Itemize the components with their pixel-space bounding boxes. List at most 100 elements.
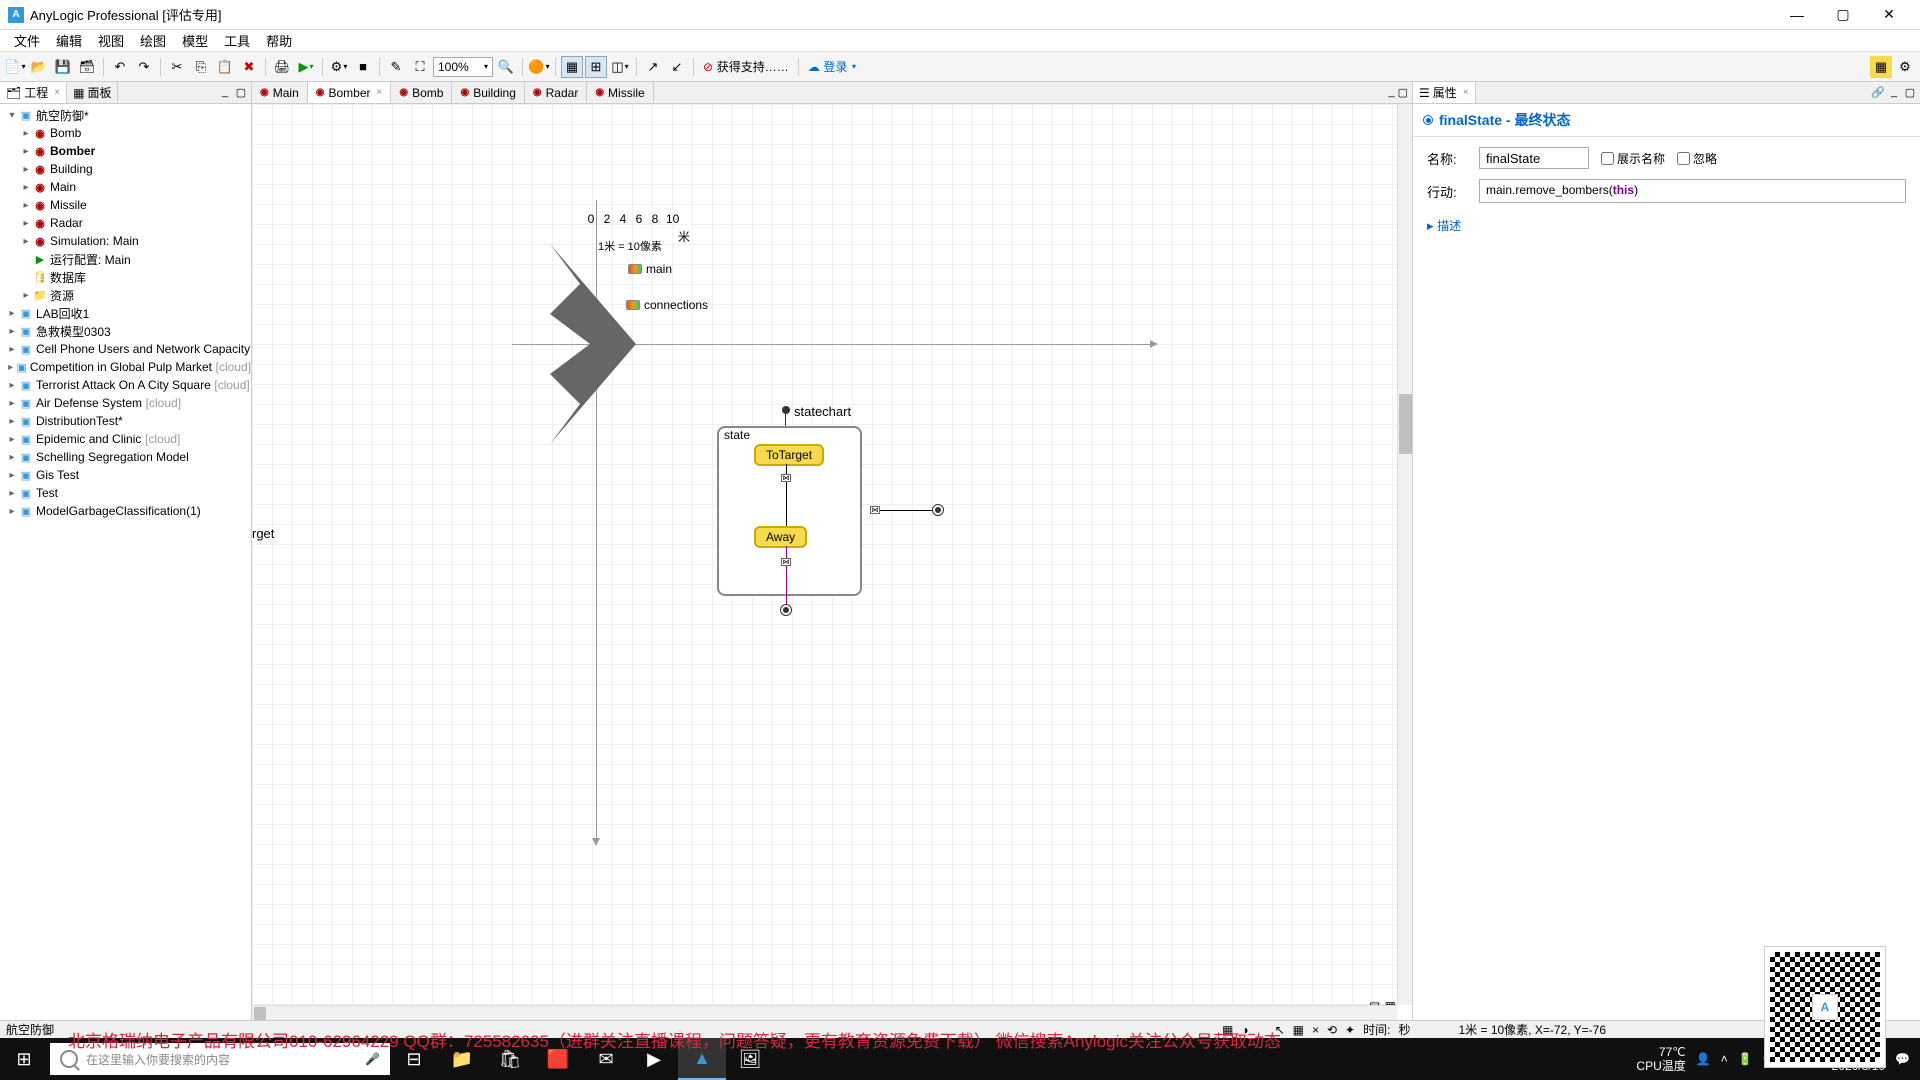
panel-min-icon[interactable]: _: [1887, 86, 1901, 99]
tree-agent-building[interactable]: ▸◉Building: [0, 160, 251, 178]
stop-button[interactable]: ■: [352, 56, 374, 78]
align-button[interactable]: ◫▾: [609, 56, 631, 78]
grid-button[interactable]: ▦: [561, 56, 583, 78]
exit-point-icon[interactable]: ⋈: [870, 506, 880, 514]
tab-missile[interactable]: ◉Missile: [587, 82, 653, 103]
print-button[interactable]: 🖨: [271, 56, 293, 78]
action-input[interactable]: main.remove_bombers(this): [1479, 179, 1906, 203]
tree-project[interactable]: ▸▣Test: [0, 484, 251, 502]
tree-project[interactable]: ▸▣Terrorist Attack On A City Square [clo…: [0, 376, 251, 394]
menu-draw[interactable]: 绘图: [132, 29, 174, 52]
editor-min-icon[interactable]: _: [1388, 86, 1394, 99]
panel-min-icon[interactable]: _: [218, 86, 232, 99]
tree-project[interactable]: ▸▣Schelling Segregation Model: [0, 448, 251, 466]
final-state[interactable]: [932, 504, 944, 516]
link-icon[interactable]: 🔗: [1871, 86, 1885, 99]
tree-project[interactable]: ▸▣DistributionTest*: [0, 412, 251, 430]
target-param-label[interactable]: rget: [252, 526, 274, 541]
tab-project[interactable]: 🗂工程×: [0, 82, 67, 103]
tab-bomber[interactable]: ◉Bomber×: [308, 82, 392, 103]
redo-button[interactable]: ↷: [133, 56, 155, 78]
undo-button[interactable]: ↶: [109, 56, 131, 78]
tree-agent-missile[interactable]: ▸◉Missile: [0, 196, 251, 214]
tree-runconfig[interactable]: ▶运行配置: Main: [0, 250, 251, 268]
tab-palette[interactable]: ▦面板: [67, 82, 118, 103]
menu-tools[interactable]: 工具: [216, 29, 258, 52]
canvas[interactable]: 0246810 米 1米 = 10像素 main connections rge…: [252, 104, 1412, 1020]
tree-resources[interactable]: ▸📁资源: [0, 286, 251, 304]
status-icon[interactable]: ▦: [1293, 1023, 1304, 1037]
tab-radar[interactable]: ◉Radar: [525, 82, 587, 103]
run-button[interactable]: ▶▾: [295, 56, 317, 78]
trigger-icon[interactable]: ⋈: [781, 474, 791, 482]
support-button[interactable]: ⊘ 获得支持……: [699, 58, 793, 75]
tray-chevron-icon[interactable]: ˄: [1721, 1052, 1728, 1066]
minimize-button[interactable]: —: [1774, 0, 1820, 30]
snap-button[interactable]: ⊞: [585, 56, 607, 78]
tree-agent-radar[interactable]: ▸◉Radar: [0, 214, 251, 232]
tree-agent-main[interactable]: ▸◉Main: [0, 178, 251, 196]
status-icon[interactable]: ✦: [1345, 1023, 1355, 1037]
fit-button[interactable]: ⛶: [409, 56, 431, 78]
login-button[interactable]: ☁ 登录 ▾: [804, 58, 860, 75]
zoom-tool-button[interactable]: 🔍: [495, 56, 517, 78]
paste-button[interactable]: 📋: [214, 56, 236, 78]
save-all-button[interactable]: 🗃: [76, 56, 98, 78]
zoom-combo[interactable]: 100%▾: [433, 57, 493, 77]
state-to-target[interactable]: ToTarget: [754, 444, 824, 466]
tab-bomb[interactable]: ◉Bomb: [391, 82, 452, 103]
status-icon[interactable]: ×: [1312, 1023, 1319, 1037]
name-input[interactable]: [1479, 147, 1589, 169]
menu-help[interactable]: 帮助: [258, 29, 300, 52]
open-button[interactable]: 📂: [28, 56, 50, 78]
tab-building[interactable]: ◉Building: [452, 82, 524, 103]
cut-button[interactable]: ✂: [166, 56, 188, 78]
color-picker-button[interactable]: 🟠▾: [528, 56, 550, 78]
panel-toggle-1[interactable]: ▦: [1870, 56, 1892, 78]
tree-agent-bomber[interactable]: ▸◉Bomber: [0, 142, 251, 160]
connections-port[interactable]: connections: [626, 298, 708, 312]
show-name-checkbox[interactable]: 展示名称: [1601, 150, 1665, 167]
tree-project[interactable]: ▸▣急救模型0303: [0, 322, 251, 340]
final-state-inner[interactable]: [780, 604, 792, 616]
tree-project[interactable]: ▸▣LAB回收1: [0, 304, 251, 322]
tray-temperature[interactable]: 77℃CPU温度: [1636, 1045, 1685, 1074]
close-button[interactable]: ✕: [1866, 0, 1912, 30]
tree-project[interactable]: ▸▣Gis Test: [0, 466, 251, 484]
delete-button[interactable]: ✖: [238, 56, 260, 78]
new-button[interactable]: 📄▾: [4, 56, 26, 78]
copy-button[interactable]: ⎘: [190, 56, 212, 78]
build-button[interactable]: ⚙▾: [328, 56, 350, 78]
scrollbar-thumb[interactable]: [254, 1007, 266, 1020]
editor-max-icon[interactable]: ▢: [1398, 86, 1408, 99]
start-button[interactable]: ⊞: [0, 1038, 48, 1080]
transition[interactable]: [786, 546, 787, 608]
main-port[interactable]: main: [628, 262, 672, 276]
menu-model[interactable]: 模型: [174, 29, 216, 52]
tree-project[interactable]: ▸▣Competition in Global Pulp Market [clo…: [0, 358, 251, 376]
tray-notifications-icon[interactable]: 💬: [1895, 1052, 1910, 1066]
transition-exit[interactable]: [880, 510, 932, 511]
tree-project[interactable]: ▸▣Cell Phone Users and Network Capacity: [0, 340, 251, 358]
tray-people-icon[interactable]: 👤: [1696, 1052, 1711, 1066]
tray-battery-icon[interactable]: 🔋: [1738, 1052, 1753, 1066]
vertical-scrollbar[interactable]: [1397, 104, 1412, 1005]
tree-project[interactable]: ▸▣Epidemic and Clinic [cloud]: [0, 430, 251, 448]
tree-agent-bomb[interactable]: ▸◉Bomb: [0, 124, 251, 142]
scrollbar-thumb[interactable]: [1399, 394, 1412, 454]
statechart-entry-icon[interactable]: [782, 406, 790, 414]
bomber-shape-icon[interactable]: [550, 244, 636, 444]
to-back-button[interactable]: ↙: [666, 56, 688, 78]
tree-root[interactable]: ▾▣航空防御*: [0, 106, 251, 124]
panel-toggle-2[interactable]: ⚙: [1894, 56, 1916, 78]
ignore-checkbox[interactable]: 忽略: [1677, 150, 1717, 167]
tab-main[interactable]: ◉Main: [252, 82, 308, 103]
horizontal-scrollbar[interactable]: [252, 1005, 1397, 1020]
highlight-button[interactable]: ✎: [385, 56, 407, 78]
maximize-button[interactable]: ▢: [1820, 0, 1866, 30]
state-away[interactable]: Away: [754, 526, 807, 548]
trigger-icon[interactable]: ⋈: [781, 558, 791, 566]
menu-file[interactable]: 文件: [6, 29, 48, 52]
tree-project[interactable]: ▸▣ModelGarbageClassification(1): [0, 502, 251, 520]
tree-project[interactable]: ▸▣Air Defense System [cloud]: [0, 394, 251, 412]
